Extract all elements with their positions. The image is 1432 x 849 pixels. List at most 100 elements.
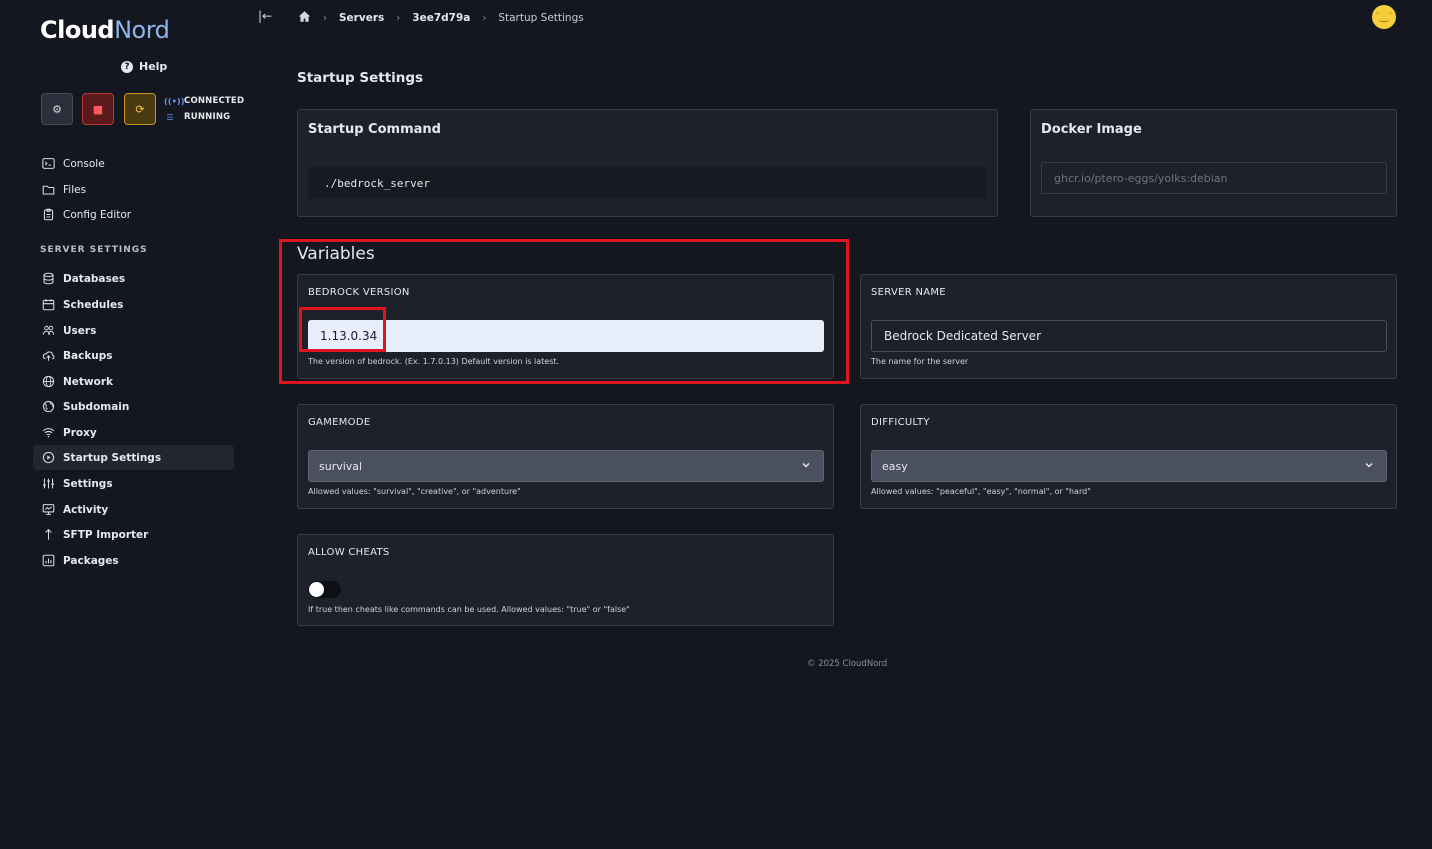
sidebar-item-activity[interactable]: Activity bbox=[33, 497, 234, 522]
settings-button[interactable]: ⚙ bbox=[41, 93, 73, 125]
sidebar-item-databases[interactable]: Databases bbox=[33, 266, 234, 291]
help-icon: ? bbox=[121, 60, 133, 73]
users-icon bbox=[41, 324, 55, 337]
sidebar-item-label: Users bbox=[63, 324, 97, 337]
terminal-icon bbox=[41, 157, 55, 170]
gamemode-card: GAMEMODE survival Allowed values: "survi… bbox=[297, 404, 834, 509]
wifi-icon bbox=[41, 426, 55, 439]
sidebar-item-label: Backups bbox=[63, 349, 113, 362]
sidebar-item-config-editor[interactable]: Config Editor bbox=[33, 202, 234, 227]
breadcrumb: › Servers › 3ee7d79a › Startup Settings bbox=[298, 10, 584, 26]
difficulty-label: DIFFICULTY bbox=[871, 417, 930, 428]
collapse-sidebar-button[interactable]: |← bbox=[258, 9, 272, 23]
globe-icon bbox=[41, 375, 55, 388]
difficulty-card: DIFFICULTY easy Allowed values: "peacefu… bbox=[860, 404, 1397, 509]
monitor-icon bbox=[41, 503, 55, 516]
chevron-right-icon: › bbox=[323, 12, 327, 24]
brand-name-part1: Cloud bbox=[40, 16, 115, 44]
chevron-down-icon bbox=[802, 463, 810, 468]
sidebar-item-label: Subdomain bbox=[63, 400, 130, 413]
startup-command-value[interactable]: ./bedrock_server bbox=[308, 167, 986, 199]
gamemode-select[interactable]: survival bbox=[308, 450, 824, 482]
sidebar-item-schedules[interactable]: Schedules bbox=[33, 292, 234, 317]
version-highlight-box bbox=[299, 307, 386, 352]
smiley-icon: ˙‿˙ bbox=[1374, 11, 1394, 23]
server-name-label: SERVER NAME bbox=[871, 287, 946, 298]
gear-icon: ⚙ bbox=[52, 102, 62, 116]
sidebar-item-label: SFTP Importer bbox=[63, 528, 149, 541]
play-circle-icon bbox=[41, 451, 55, 464]
server-state-status: ☰ RUNNING bbox=[164, 112, 230, 122]
sidebar-item-settings[interactable]: Settings bbox=[33, 471, 234, 496]
server-settings-section-title: SERVER SETTINGS bbox=[40, 245, 148, 255]
chevron-down-icon bbox=[1365, 463, 1373, 468]
startup-command-title: Startup Command bbox=[308, 122, 441, 137]
allow-cheats-card: ALLOW CHEATS If true then cheats like co… bbox=[297, 534, 834, 626]
calendar-icon bbox=[41, 298, 55, 311]
sidebar-item-label: Network bbox=[63, 375, 114, 388]
avatar[interactable]: ˙‿˙ bbox=[1372, 5, 1396, 29]
sidebar-item-label: Proxy bbox=[63, 426, 97, 439]
sidebar-item-label: Settings bbox=[63, 477, 113, 490]
footer-copyright: © 2025 CloudNord bbox=[807, 659, 888, 669]
cloud-upload-icon bbox=[41, 349, 55, 362]
brand-logo[interactable]: CloudNord bbox=[40, 10, 170, 50]
sidebar-item-label: Schedules bbox=[63, 298, 124, 311]
server-state-label: RUNNING bbox=[184, 112, 231, 122]
gamemode-label: GAMEMODE bbox=[308, 417, 371, 428]
docker-image-select[interactable]: ghcr.io/ptero-eggs/yolks:debian bbox=[1041, 162, 1387, 194]
sidebar-item-sftp-importer[interactable]: SFTP Importer bbox=[33, 522, 234, 547]
sidebar-item-users[interactable]: Users bbox=[33, 318, 234, 343]
breadcrumb-servers[interactable]: Servers bbox=[339, 12, 384, 24]
stop-button[interactable]: ■ bbox=[82, 93, 114, 125]
toggle-knob bbox=[309, 582, 324, 597]
difficulty-select[interactable]: easy bbox=[871, 450, 1387, 482]
globe-alt-icon bbox=[41, 400, 55, 413]
database-icon bbox=[41, 272, 55, 285]
connection-status: ((•)) CONNECTED bbox=[164, 96, 244, 106]
sidebar-item-console[interactable]: Console bbox=[33, 151, 234, 176]
breadcrumb-server-id[interactable]: 3ee7d79a bbox=[412, 12, 470, 24]
server-name-help: The name for the server bbox=[871, 357, 969, 366]
clipboard-icon bbox=[41, 208, 55, 221]
sidebar-item-label: Console bbox=[63, 157, 105, 170]
chevron-right-icon: › bbox=[396, 12, 401, 24]
arrow-up-icon bbox=[41, 528, 55, 541]
sidebar-item-label: Activity bbox=[63, 503, 109, 516]
restart-icon: ⟳ bbox=[135, 102, 145, 116]
sidebar-item-label: Config Editor bbox=[63, 208, 132, 221]
sliders-icon bbox=[41, 477, 55, 490]
chart-box-icon bbox=[41, 554, 55, 567]
sidebar: CloudNord ? Help ⚙ ■ ⟳ ((•)) CONNECTED ☰… bbox=[0, 0, 250, 849]
server-name-card: SERVER NAME Bedrock Dedicated Server The… bbox=[860, 274, 1397, 379]
server-stack-icon: ☰ bbox=[166, 112, 174, 122]
sidebar-item-proxy[interactable]: Proxy bbox=[33, 420, 234, 445]
stop-icon: ■ bbox=[92, 102, 104, 116]
help-label: Help bbox=[139, 60, 168, 73]
home-icon[interactable] bbox=[298, 10, 311, 26]
startup-command-card: Startup Command ./bedrock_server bbox=[297, 109, 998, 217]
help-link[interactable]: ? Help bbox=[121, 60, 167, 73]
folder-icon bbox=[41, 183, 55, 196]
docker-image-card: Docker Image ghcr.io/ptero-eggs/yolks:de… bbox=[1030, 109, 1397, 217]
sidebar-item-files[interactable]: Files bbox=[33, 177, 234, 202]
docker-image-title: Docker Image bbox=[1041, 122, 1142, 137]
sidebar-item-network[interactable]: Network bbox=[33, 369, 234, 394]
allow-cheats-toggle[interactable] bbox=[308, 581, 341, 598]
sidebar-item-packages[interactable]: Packages bbox=[33, 548, 234, 573]
gamemode-help: Allowed values: "survival", "creative", … bbox=[308, 487, 521, 496]
server-name-input[interactable]: Bedrock Dedicated Server bbox=[871, 320, 1387, 352]
sidebar-item-subdomain[interactable]: Subdomain bbox=[33, 394, 234, 419]
sidebar-item-label: Startup Settings bbox=[63, 451, 162, 464]
sidebar-item-label: Files bbox=[63, 183, 87, 196]
sidebar-item-startup-settings[interactable]: Startup Settings bbox=[33, 445, 234, 470]
restart-button[interactable]: ⟳ bbox=[124, 93, 156, 125]
brand-name-part2: Nord bbox=[114, 16, 170, 44]
collapse-icon: |← bbox=[258, 9, 273, 23]
chevron-right-icon: › bbox=[482, 12, 487, 24]
sidebar-item-backups[interactable]: Backups bbox=[33, 343, 234, 368]
allow-cheats-help: If true then cheats like commands can be… bbox=[308, 605, 630, 614]
sidebar-item-label: Databases bbox=[63, 272, 126, 285]
difficulty-help: Allowed values: "peaceful", "easy", "nor… bbox=[871, 487, 1091, 496]
breadcrumb-current: Startup Settings bbox=[498, 12, 584, 24]
